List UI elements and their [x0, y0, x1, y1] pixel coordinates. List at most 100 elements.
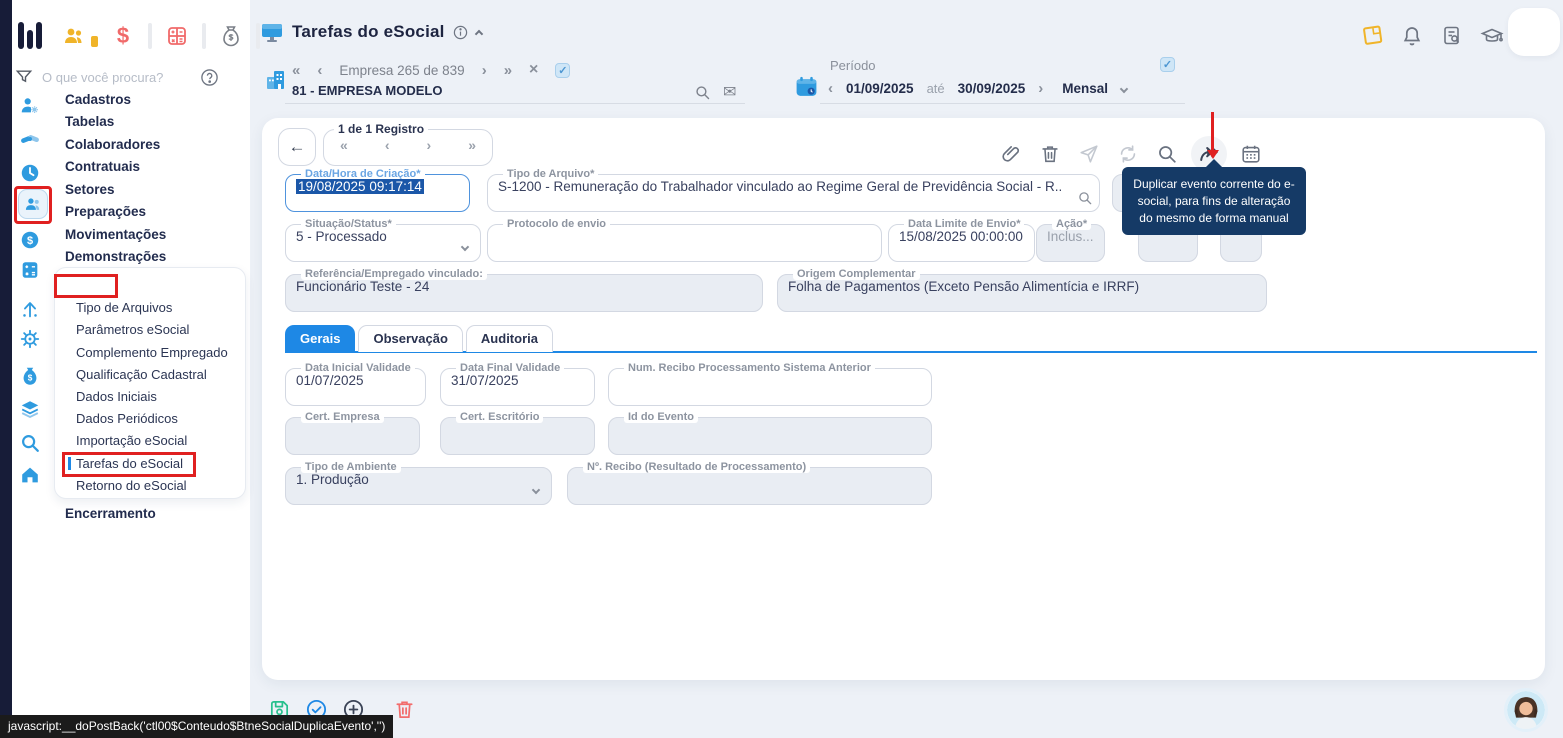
logo-bar: [27, 30, 33, 49]
sidebar-search-input[interactable]: [42, 70, 192, 85]
notes-icon[interactable]: [1360, 24, 1384, 48]
field-value: 01/07/2025: [296, 373, 415, 388]
period-start-date[interactable]: 01/09/2025: [846, 81, 914, 96]
tab-gerais[interactable]: Gerais: [285, 325, 355, 352]
sidebar-item-setores[interactable]: Setores: [65, 182, 115, 197]
field-referencia-empregado: Referência/Empregado vinculado: Funcioná…: [285, 268, 763, 312]
home-icon[interactable]: [19, 464, 41, 486]
annotation-arrow-head: [1207, 150, 1219, 165]
sidebar-item-contratuais[interactable]: Contratuais: [65, 159, 140, 174]
period-prev-button[interactable]: ‹: [828, 80, 833, 97]
sidebar-item-colaboradores[interactable]: Colaboradores: [65, 137, 160, 152]
field-tipo-arquivo[interactable]: Tipo de Arquivo* S-1200 - Remuneração do…: [487, 168, 1100, 212]
submenu-dados-iniciais[interactable]: Dados Iniciais: [76, 389, 157, 404]
submenu-parametros-esocial[interactable]: Parâmetros eSocial: [76, 322, 189, 337]
page-title: Tarefas do eSocial: [292, 22, 445, 42]
registrations-person-gear-icon[interactable]: [19, 95, 41, 117]
submenu-complemento-empregado[interactable]: Complemento Empregado: [76, 345, 228, 360]
indicators-trend-icon[interactable]: [19, 298, 41, 320]
company-underline: [285, 103, 745, 104]
company-last-button[interactable]: »: [504, 62, 512, 79]
document-search-icon[interactable]: [1440, 24, 1464, 48]
tab-auditoria[interactable]: Auditoria: [466, 325, 553, 352]
back-button[interactable]: ←: [278, 128, 316, 166]
settings-gear-icon[interactable]: [19, 328, 41, 350]
company-checkbox[interactable]: ✓: [555, 63, 570, 78]
field-label: Num. Recibo Processamento Sistema Anteri…: [624, 362, 875, 374]
calculations-calculator-icon[interactable]: [19, 259, 41, 281]
sidebar-item-preparacoes[interactable]: Preparações: [65, 204, 146, 219]
record-prev-button[interactable]: ‹: [385, 137, 390, 153]
period-checkbox[interactable]: ✓: [1160, 57, 1175, 72]
submenu-qualificacao-cadastral[interactable]: Qualificação Cadastral: [76, 367, 207, 382]
company-search-icon[interactable]: [694, 84, 711, 101]
sidebar-item-demonstracoes[interactable]: Demonstrações: [65, 249, 166, 264]
submenu-tipo-de-arquivos[interactable]: Tipo de Arquivos: [76, 300, 172, 315]
submenu-retorno-do-esocial[interactable]: Retorno do eSocial: [76, 478, 187, 493]
sidebar-item-movimentacoes[interactable]: Movimentações: [65, 227, 166, 242]
field-acao[interactable]: Ação* Inclus...: [1036, 218, 1105, 262]
collapse-chevron-icon[interactable]: [474, 30, 482, 38]
tab-observacao[interactable]: Observação: [358, 325, 462, 352]
app-logo[interactable]: [18, 22, 42, 49]
money-bag-module-icon[interactable]: [219, 24, 243, 48]
logo-bar: [18, 22, 24, 49]
attachment-paperclip-icon[interactable]: [1000, 143, 1022, 165]
dollar-module-icon[interactable]: $: [111, 24, 135, 48]
people-module-icon[interactable]: [62, 24, 86, 48]
delete-trash-icon[interactable]: [1039, 143, 1061, 165]
info-icon[interactable]: [453, 25, 468, 40]
field-value: Folha de Pagamentos (Exceto Pensão Alime…: [788, 279, 1256, 294]
field-num-recibo-resultado: Nº. Recibo (Resultado de Processamento): [567, 461, 932, 505]
annotation-box-tarefas: [62, 452, 196, 477]
period-end-date[interactable]: 30/09/2025: [958, 81, 1026, 96]
field-label: Cert. Empresa: [301, 411, 384, 423]
select-chevron-icon[interactable]: [461, 243, 469, 251]
annotation-box-esocial: [54, 274, 118, 298]
field-label: Protocolo de envio: [503, 218, 610, 230]
help-icon[interactable]: [200, 68, 219, 87]
send-paper-plane-icon[interactable]: [1078, 143, 1100, 165]
layers-icon[interactable]: [19, 398, 41, 420]
company-clear-button[interactable]: ×: [529, 61, 538, 79]
delete-record-button[interactable]: [393, 698, 416, 721]
search-icon[interactable]: [1156, 143, 1178, 165]
sidebar-item-tabelas[interactable]: Tabelas: [65, 114, 114, 129]
company-next-button[interactable]: ›: [482, 62, 487, 79]
collaborators-handshake-icon[interactable]: [19, 128, 41, 150]
calendar-icon[interactable]: [1240, 143, 1262, 165]
annotation-arrow: [1211, 112, 1214, 152]
submenu-importacao-esocial[interactable]: Importação eSocial: [76, 433, 187, 448]
record-last-button[interactable]: »: [468, 137, 476, 153]
academy-graduation-icon[interactable]: [1480, 24, 1504, 48]
field-data-hora-criacao[interactable]: Data/Hora de Criação* 19/08/2025 09:17:1…: [285, 168, 470, 212]
contracts-clock-icon[interactable]: [19, 162, 41, 184]
payroll-dollar-icon[interactable]: $: [19, 229, 41, 251]
field-num-recibo-anterior[interactable]: Num. Recibo Processamento Sistema Anteri…: [608, 362, 932, 406]
search-magnifier-icon[interactable]: [19, 432, 41, 454]
calculator-module-icon[interactable]: [165, 24, 189, 48]
period-mode-chevron-icon[interactable]: [1120, 84, 1128, 92]
period-next-button[interactable]: ›: [1038, 80, 1043, 97]
submenu-dados-periodicos[interactable]: Dados Periódicos: [76, 411, 178, 426]
field-situacao-status[interactable]: Situação/Status* 5 - Processado: [285, 218, 481, 262]
filter-funnel-icon[interactable]: [14, 67, 34, 87]
notifications-bell-icon[interactable]: [1400, 24, 1424, 48]
esocial-money-bag-icon[interactable]: $: [19, 365, 41, 387]
refresh-icon[interactable]: [1117, 143, 1139, 165]
company-first-button[interactable]: «: [292, 62, 300, 79]
period-mode-select[interactable]: Mensal: [1062, 81, 1108, 96]
sidebar-item-cadastros[interactable]: Cadastros: [65, 92, 131, 107]
field-data-limite-envio[interactable]: Data Limite de Envio* 15/08/2025 00:00:0…: [888, 218, 1035, 262]
annotation-box-people-icon: [14, 186, 52, 224]
company-envelope-icon[interactable]: ✉: [723, 82, 736, 102]
lookup-search-icon[interactable]: [1077, 190, 1093, 206]
sidebar-item-encerramento[interactable]: Encerramento: [65, 506, 156, 521]
field-data-final-validade[interactable]: Data Final Validade 31/07/2025: [440, 362, 595, 406]
field-data-inicial-validade[interactable]: Data Inicial Validade 01/07/2025: [285, 362, 426, 406]
record-first-button[interactable]: «: [340, 137, 348, 153]
record-next-button[interactable]: ›: [427, 137, 432, 153]
user-avatar[interactable]: [1504, 688, 1548, 732]
company-prev-button[interactable]: ‹: [317, 62, 322, 79]
field-protocolo-envio[interactable]: Protocolo de envio: [487, 218, 882, 262]
